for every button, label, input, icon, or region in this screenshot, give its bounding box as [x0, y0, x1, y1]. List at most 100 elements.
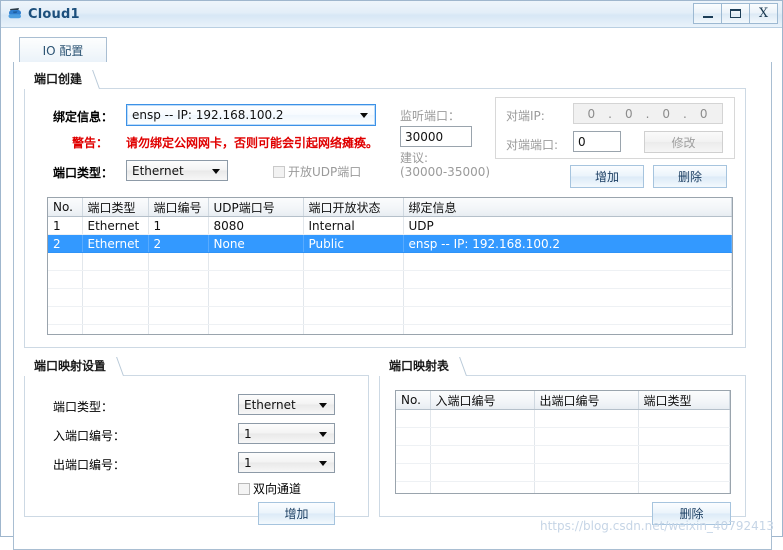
add-port-button[interactable]: 增加: [570, 165, 644, 188]
watermark-text: https://blog.csdn.net/weixin_40792413: [539, 519, 774, 533]
bind-info-label: 绑定信息：: [53, 110, 114, 124]
listen-port-label: 监听端口：: [400, 109, 461, 123]
table-row-empty[interactable]: [48, 252, 732, 271]
port-table-head: No. 端口类型 端口编号 UDP端口号 端口开放状态 绑定信息: [48, 198, 732, 217]
cell-bind-info: UDP: [403, 216, 732, 235]
table-row-empty[interactable]: [48, 270, 732, 289]
peer-ip-separator-1: .: [608, 106, 613, 121]
suggest-label: 建议:: [400, 151, 429, 165]
chevron-down-icon: [319, 402, 327, 408]
port-table-body: 1 Ethernet 1 8080 Internal UDP 2 Etherne: [48, 216, 732, 334]
chevron-down-icon: [212, 168, 220, 174]
bind-info-value: ensp -- IP: 192.168.100.2: [132, 108, 284, 122]
group-mapping-settings: 端口映射设置 端口类型： Ethernet 入端口编号： 1 出端口编号： 1: [24, 357, 369, 525]
mapping-in-port-label: 入端口编号：: [53, 429, 126, 443]
mapping-table-body: [396, 409, 730, 493]
maximize-button[interactable]: [721, 3, 750, 24]
cloud-icon: [6, 5, 24, 23]
mapping-col-out-port[interactable]: 出端口编号: [534, 391, 639, 410]
peer-ip-separator-3: .: [683, 106, 688, 121]
peer-port-value: 0: [578, 134, 586, 149]
group-mapping-table-body: No. 入端口编号 出端口编号 端口类型 删除: [379, 375, 746, 525]
group-mapping-table: 端口映射表 No. 入端口编号 出端口编号 端口类型 删除: [379, 357, 746, 525]
port-type-label: 端口类型：: [53, 166, 114, 180]
mapping-add-button[interactable]: 增加: [258, 502, 335, 525]
cell-number: 1: [148, 216, 209, 235]
bind-info-combo[interactable]: ensp -- IP: 192.168.100.2: [126, 104, 376, 126]
cell-udp-port: 8080: [208, 216, 304, 235]
mapping-in-port-combo[interactable]: 1: [238, 423, 335, 444]
mapping-port-type-value: Ethernet: [244, 397, 296, 412]
group-mapping-settings-body: 端口类型： Ethernet 入端口编号： 1 出端口编号： 1 双向通道 增加: [24, 375, 369, 525]
mapping-col-port-type[interactable]: 端口类型: [638, 391, 730, 410]
mapping-out-port-label: 出端口编号：: [53, 458, 126, 472]
group-mapping-table-title: 端口映射表: [379, 357, 468, 376]
table-row-empty[interactable]: [396, 427, 730, 446]
peer-ip-label: 对端IP:: [506, 109, 545, 123]
mapping-table-header-row: No. 入端口编号 出端口编号 端口类型: [396, 391, 730, 410]
tab-strip: IO 配置: [13, 37, 772, 63]
table-row[interactable]: 2 Ethernet 2 None Public ensp -- IP: 192…: [48, 234, 732, 253]
suggest-range: (30000-35000): [400, 165, 491, 179]
mapping-table-grid: No. 入端口编号 出端口编号 端口类型: [396, 391, 730, 493]
mapping-out-port-combo[interactable]: 1: [238, 452, 335, 473]
peer-ip-octet-2: 0: [624, 106, 634, 121]
mapping-table[interactable]: No. 入端口编号 出端口编号 端口类型: [395, 390, 731, 494]
cell-no: 1: [48, 216, 83, 235]
port-table[interactable]: No. 端口类型 端口编号 UDP端口号 端口开放状态 绑定信息 1 Ether…: [47, 197, 733, 335]
port-col-number[interactable]: 端口编号: [148, 198, 209, 217]
cell-bind-info: ensp -- IP: 192.168.100.2: [403, 234, 732, 253]
table-row-empty[interactable]: [396, 463, 730, 482]
port-col-type[interactable]: 端口类型: [82, 198, 149, 217]
mapping-port-type-combo[interactable]: Ethernet: [238, 394, 335, 415]
peer-settings-panel: 对端IP: 0 . 0 . 0 . 0 对端端口: 0 修改: [495, 97, 735, 159]
port-col-bind-info[interactable]: 绑定信息: [403, 198, 732, 217]
client-area: IO 配置 端口创建 绑定信息： ensp -- IP: 192.168.100…: [1, 28, 782, 550]
title-bar: Cloud1 X: [1, 1, 782, 28]
delete-port-button[interactable]: 删除: [653, 165, 727, 188]
table-row[interactable]: 1 Ethernet 1 8080 Internal UDP: [48, 216, 732, 235]
peer-ip-input[interactable]: 0 . 0 . 0 . 0: [573, 103, 723, 124]
chevron-down-icon: [319, 431, 327, 437]
minimize-icon: [702, 15, 713, 18]
table-row-empty[interactable]: [48, 324, 732, 334]
table-row-empty[interactable]: [396, 445, 730, 464]
port-col-open-state[interactable]: 端口开放状态: [303, 198, 404, 217]
tab-page-io-config: 端口创建 绑定信息： ensp -- IP: 192.168.100.2 警告：…: [13, 62, 772, 550]
open-udp-port-checkbox[interactable]: 开放UDP端口: [273, 163, 361, 180]
cell-number: 2: [148, 234, 209, 253]
open-udp-port-label: 开放UDP端口: [288, 165, 362, 179]
minimize-button[interactable]: [693, 3, 722, 24]
group-port-create-body: 绑定信息： ensp -- IP: 192.168.100.2 警告： 请勿绑定…: [24, 88, 746, 348]
table-row-empty[interactable]: [396, 481, 730, 493]
modify-button[interactable]: 修改: [644, 131, 723, 153]
port-col-udp-port[interactable]: UDP端口号: [208, 198, 304, 217]
mapping-out-port-value: 1: [244, 455, 252, 470]
modify-button-label: 修改: [671, 135, 696, 150]
group-port-create: 端口创建 绑定信息： ensp -- IP: 192.168.100.2 警告：…: [24, 70, 746, 348]
port-col-no[interactable]: No.: [48, 198, 83, 217]
listen-port-input[interactable]: 30000: [400, 126, 472, 147]
bidirectional-label: 双向通道: [253, 482, 302, 496]
cell-udp-port: None: [208, 234, 304, 253]
tab-io-config-label: IO 配置: [42, 44, 84, 58]
table-row-empty[interactable]: [48, 288, 732, 307]
cell-open-state: Public: [303, 234, 404, 253]
group-mapping-settings-title: 端口映射设置: [24, 357, 125, 376]
cloud-config-window: Cloud1 X IO 配置 端口创建 绑定信息： ensp -- IP: 19…: [0, 0, 783, 550]
mapping-add-button-label: 增加: [284, 507, 309, 521]
chevron-down-icon: [319, 460, 327, 466]
close-button[interactable]: X: [749, 3, 778, 24]
mapping-col-in-port[interactable]: 入端口编号: [430, 391, 535, 410]
window-controls: X: [693, 3, 778, 24]
table-row-empty[interactable]: [396, 409, 730, 428]
mapping-col-no[interactable]: No.: [396, 391, 431, 410]
port-type-value: Ethernet: [132, 163, 184, 178]
peer-ip-octet-3: 0: [662, 106, 672, 121]
tab-io-config[interactable]: IO 配置: [19, 37, 107, 63]
table-row-empty[interactable]: [48, 306, 732, 325]
bidirectional-checkbox[interactable]: 双向通道: [238, 480, 301, 497]
peer-port-input[interactable]: 0: [573, 131, 621, 152]
port-type-combo[interactable]: Ethernet: [126, 160, 228, 181]
peer-port-label: 对端端口:: [506, 138, 559, 152]
